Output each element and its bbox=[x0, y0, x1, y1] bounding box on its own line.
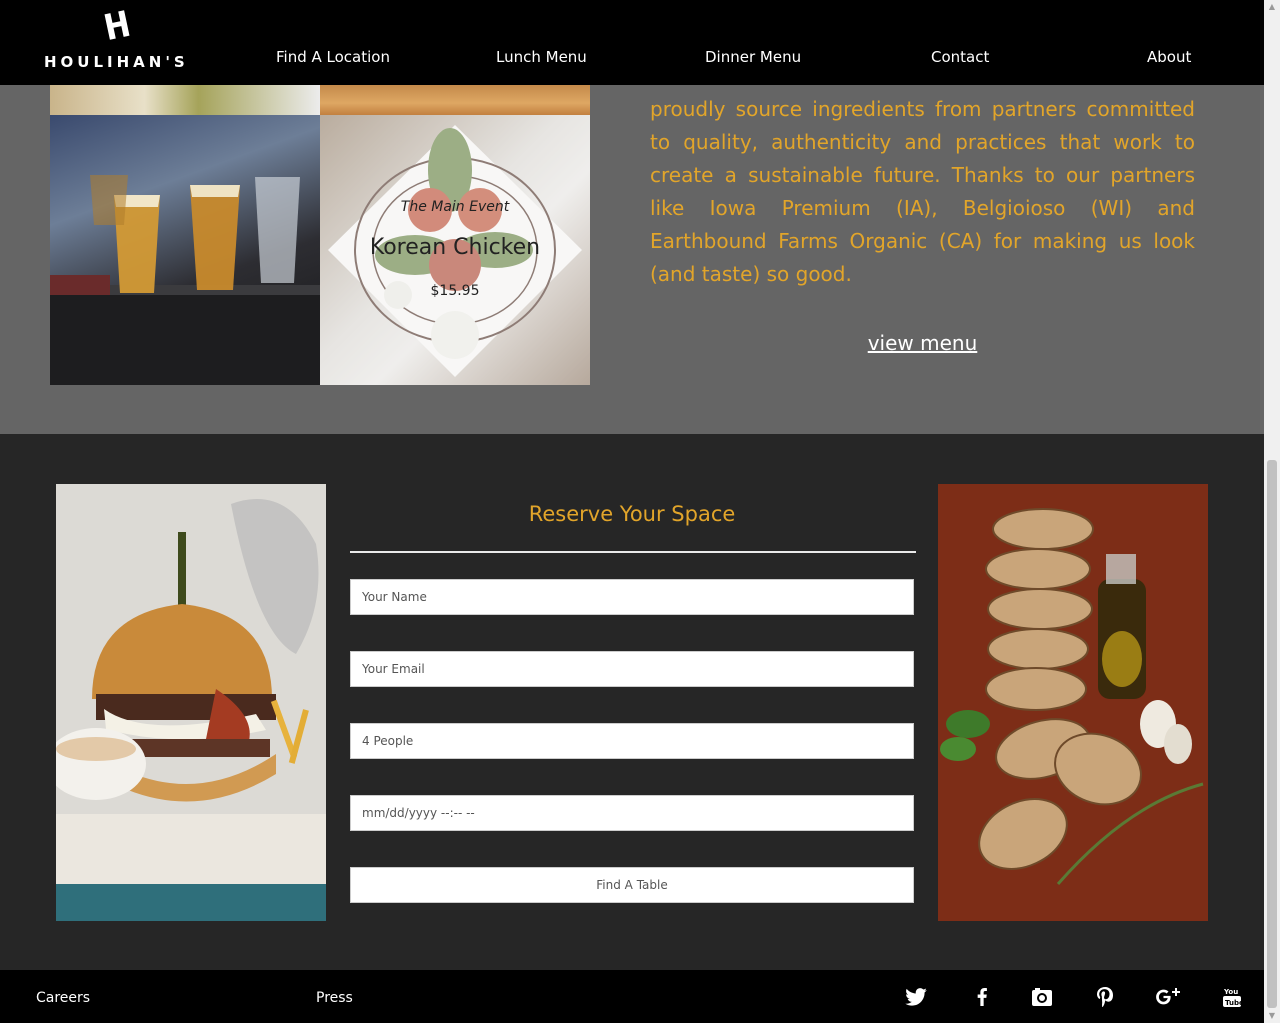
nav-dinner-menu[interactable]: Dinner Menu bbox=[705, 48, 801, 66]
pinterest-icon[interactable] bbox=[1093, 986, 1117, 1008]
burger-illustration bbox=[56, 484, 326, 921]
footer-careers-link[interactable]: Careers bbox=[36, 990, 90, 1006]
top-navigation: HOULIHAN'S Find A Location Lunch Menu Di… bbox=[0, 0, 1264, 85]
nav-lunch-menu[interactable]: Lunch Menu bbox=[496, 48, 587, 66]
nav-contact[interactable]: Contact bbox=[931, 48, 989, 66]
scroll-up-arrow-icon[interactable]: ▲ bbox=[1264, 0, 1280, 14]
korean-chicken-photo[interactable]: The Main Event Korean Chicken $15.95 bbox=[320, 115, 590, 385]
beer-flight-photo bbox=[50, 115, 320, 385]
footer-press-link[interactable]: Press bbox=[316, 990, 353, 1006]
nav-about[interactable]: About bbox=[1147, 48, 1191, 66]
beer-glasses-illustration bbox=[50, 175, 320, 385]
name-input[interactable]: Your Name bbox=[350, 579, 914, 615]
food-photo-partial bbox=[50, 85, 320, 115]
scrollbar-thumb[interactable] bbox=[1267, 460, 1277, 1008]
svg-text:You: You bbox=[1223, 988, 1238, 996]
h-logo-icon bbox=[104, 10, 130, 40]
burger-photo bbox=[56, 484, 326, 921]
svg-text:Tube: Tube bbox=[1225, 999, 1241, 1007]
dish-name: Korean Chicken bbox=[369, 235, 541, 260]
youtube-icon[interactable]: You Tube bbox=[1220, 986, 1244, 1008]
facebook-icon[interactable] bbox=[970, 986, 994, 1008]
find-table-button[interactable]: Find A Table bbox=[350, 867, 914, 903]
bread-illustration bbox=[938, 484, 1208, 921]
wood-photo-partial bbox=[320, 85, 590, 115]
reserve-title: Reserve Your Space bbox=[528, 502, 736, 526]
scroll-down-arrow-icon[interactable]: ▼ bbox=[1264, 1009, 1280, 1023]
twitter-icon[interactable] bbox=[904, 986, 928, 1008]
dish-kicker: The Main Event bbox=[400, 199, 510, 215]
dish-price: $15.95 bbox=[430, 283, 480, 299]
email-input[interactable]: Your Email bbox=[350, 651, 914, 687]
sourcing-paragraph: proudly source ingredients from partners… bbox=[650, 97, 1195, 286]
nav-find-location[interactable]: Find A Location bbox=[276, 48, 390, 66]
bread-photo bbox=[938, 484, 1208, 921]
site-footer: Careers Press You Tube bbox=[0, 970, 1264, 1023]
houlihans-logo[interactable]: HOULIHAN'S bbox=[40, 8, 190, 74]
datetime-input[interactable]: mm/dd/yyyy --:-- -- bbox=[350, 795, 914, 831]
about-section: The Main Event Korean Chicken $15.95 pro… bbox=[0, 85, 1264, 434]
brand-name: HOULIHAN'S bbox=[44, 53, 189, 71]
title-divider bbox=[350, 551, 916, 553]
view-menu-link[interactable]: view menu bbox=[650, 331, 1195, 355]
party-size-select[interactable]: 4 People bbox=[350, 723, 914, 759]
instagram-icon[interactable] bbox=[1030, 986, 1054, 1008]
google-plus-icon[interactable] bbox=[1156, 986, 1180, 1008]
